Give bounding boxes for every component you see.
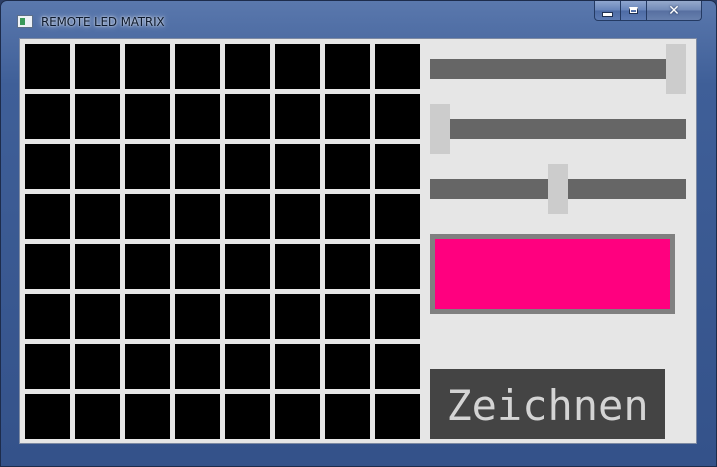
slider-track[interactable] bbox=[430, 119, 686, 139]
led-cell[interactable] bbox=[325, 144, 370, 189]
slider-green[interactable] bbox=[430, 104, 686, 154]
led-cell[interactable] bbox=[175, 294, 220, 339]
slider-thumb[interactable] bbox=[548, 164, 568, 214]
led-cell[interactable] bbox=[275, 144, 320, 189]
minimize-button[interactable] bbox=[594, 1, 621, 21]
led-cell[interactable] bbox=[225, 44, 270, 89]
led-cell[interactable] bbox=[225, 194, 270, 239]
color-preview bbox=[430, 234, 675, 314]
title-bar[interactable]: REMOTE LED MATRIX ✕ bbox=[1, 1, 716, 35]
led-cell[interactable] bbox=[225, 244, 270, 289]
led-cell[interactable] bbox=[75, 394, 120, 439]
led-cell[interactable] bbox=[25, 194, 70, 239]
led-cell[interactable] bbox=[375, 294, 420, 339]
led-cell[interactable] bbox=[325, 344, 370, 389]
led-cell[interactable] bbox=[175, 244, 220, 289]
led-cell[interactable] bbox=[225, 94, 270, 139]
led-cell[interactable] bbox=[375, 394, 420, 439]
led-cell[interactable] bbox=[175, 394, 220, 439]
close-icon: ✕ bbox=[668, 2, 680, 19]
caption-buttons: ✕ bbox=[594, 1, 702, 21]
led-cell[interactable] bbox=[75, 94, 120, 139]
led-cell[interactable] bbox=[275, 344, 320, 389]
led-cell[interactable] bbox=[275, 394, 320, 439]
led-cell[interactable] bbox=[325, 394, 370, 439]
maximize-button[interactable] bbox=[621, 1, 647, 21]
slider-red[interactable] bbox=[430, 44, 686, 94]
led-cell[interactable] bbox=[325, 94, 370, 139]
maximize-icon bbox=[629, 7, 638, 14]
led-cell[interactable] bbox=[375, 144, 420, 189]
led-cell[interactable] bbox=[75, 244, 120, 289]
led-cell[interactable] bbox=[125, 394, 170, 439]
led-cell[interactable] bbox=[275, 244, 320, 289]
close-button[interactable]: ✕ bbox=[647, 1, 702, 21]
led-cell[interactable] bbox=[325, 244, 370, 289]
led-cell[interactable] bbox=[325, 194, 370, 239]
led-cell[interactable] bbox=[25, 144, 70, 189]
led-cell[interactable] bbox=[125, 144, 170, 189]
client-area: Zeichnen bbox=[19, 38, 697, 444]
led-cell[interactable] bbox=[225, 144, 270, 189]
slider-thumb[interactable] bbox=[430, 104, 450, 154]
window-title: REMOTE LED MATRIX bbox=[41, 15, 165, 29]
led-cell[interactable] bbox=[75, 344, 120, 389]
led-cell[interactable] bbox=[25, 344, 70, 389]
led-cell[interactable] bbox=[125, 94, 170, 139]
app-window-icon bbox=[17, 15, 33, 28]
led-cell[interactable] bbox=[175, 344, 220, 389]
led-cell[interactable] bbox=[375, 194, 420, 239]
led-cell[interactable] bbox=[125, 244, 170, 289]
led-cell[interactable] bbox=[225, 394, 270, 439]
slider-thumb[interactable] bbox=[666, 44, 686, 94]
led-cell[interactable] bbox=[225, 344, 270, 389]
led-cell[interactable] bbox=[125, 294, 170, 339]
led-cell[interactable] bbox=[275, 294, 320, 339]
led-cell[interactable] bbox=[25, 294, 70, 339]
led-matrix bbox=[25, 44, 423, 442]
led-cell[interactable] bbox=[175, 94, 220, 139]
slider-blue[interactable] bbox=[430, 164, 686, 214]
led-cell[interactable] bbox=[25, 244, 70, 289]
led-cell[interactable] bbox=[275, 194, 320, 239]
app-window: REMOTE LED MATRIX ✕ Zeichnen bbox=[0, 0, 717, 467]
led-cell[interactable] bbox=[375, 44, 420, 89]
led-cell[interactable] bbox=[75, 294, 120, 339]
led-cell[interactable] bbox=[175, 194, 220, 239]
led-cell[interactable] bbox=[175, 144, 220, 189]
led-cell[interactable] bbox=[175, 44, 220, 89]
slider-track[interactable] bbox=[430, 59, 686, 79]
led-cell[interactable] bbox=[75, 144, 120, 189]
led-cell[interactable] bbox=[25, 44, 70, 89]
led-cell[interactable] bbox=[25, 94, 70, 139]
led-cell[interactable] bbox=[125, 44, 170, 89]
led-cell[interactable] bbox=[75, 44, 120, 89]
led-cell[interactable] bbox=[375, 344, 420, 389]
led-cell[interactable] bbox=[375, 94, 420, 139]
led-cell[interactable] bbox=[125, 344, 170, 389]
led-cell[interactable] bbox=[75, 194, 120, 239]
draw-button[interactable]: Zeichnen bbox=[430, 369, 665, 439]
led-cell[interactable] bbox=[325, 294, 370, 339]
led-cell[interactable] bbox=[275, 44, 320, 89]
led-cell[interactable] bbox=[225, 294, 270, 339]
led-cell[interactable] bbox=[325, 44, 370, 89]
led-cell[interactable] bbox=[125, 194, 170, 239]
led-cell[interactable] bbox=[275, 94, 320, 139]
minimize-icon bbox=[602, 11, 613, 17]
led-cell[interactable] bbox=[25, 394, 70, 439]
led-cell[interactable] bbox=[375, 244, 420, 289]
